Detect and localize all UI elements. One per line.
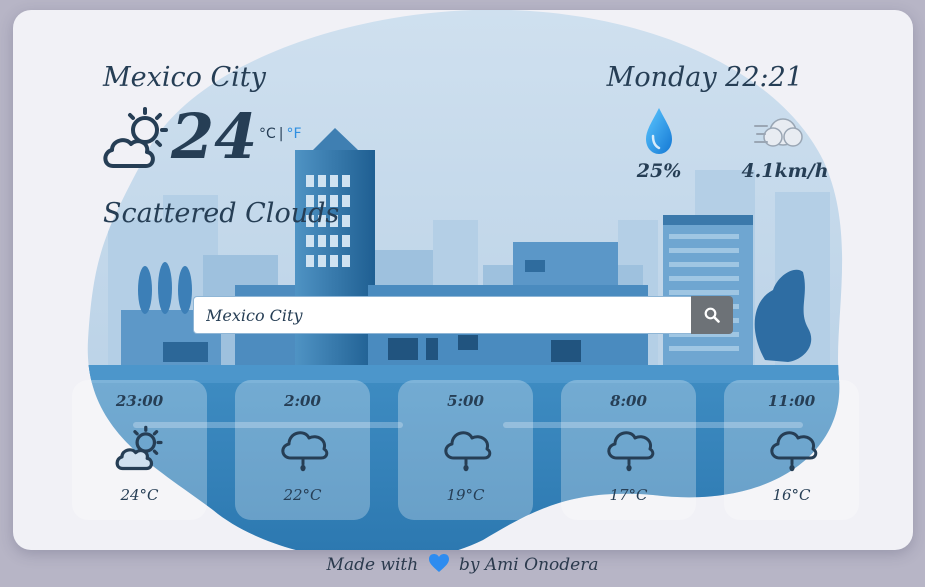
- current-temperature: 24: [171, 100, 258, 173]
- wind-speed-value: 4.1km/h: [741, 160, 829, 182]
- forecast-temperature: 19°C: [446, 486, 485, 504]
- forecast-card: 5:00 19°C: [398, 380, 533, 520]
- search-icon: [704, 307, 720, 323]
- footer-author: by Ami Onodera: [459, 555, 599, 575]
- forecast-temperature: 17°C: [609, 486, 648, 504]
- rain-cloud-icon: [607, 431, 655, 472]
- partly-cloudy-icon: [103, 107, 168, 168]
- forecast-card: 11:00 16°C: [724, 380, 859, 520]
- rain-cloud-icon: [770, 431, 818, 472]
- forecast-time: 2:00: [284, 392, 321, 410]
- forecast-time: 23:00: [115, 392, 164, 410]
- wind-icon: [754, 118, 803, 147]
- date-time: Monday 22:21: [606, 62, 803, 93]
- search-button[interactable]: [691, 296, 733, 334]
- rain-cloud-icon: [444, 431, 492, 472]
- unit-toggle: °C | °F: [259, 126, 302, 142]
- city-search-input[interactable]: [193, 296, 691, 334]
- water-drop-icon: [646, 108, 672, 154]
- city-name: Mexico City: [103, 62, 266, 93]
- weather-card: Mexico City Monday 22:21 24 °C | °F Scatte…: [13, 10, 913, 550]
- footer-prefix: Made with: [326, 555, 419, 575]
- forecast-card: 23:00 24°C: [72, 380, 207, 520]
- forecast-card: 2:00 22°C: [235, 380, 370, 520]
- search-bar: [193, 296, 733, 334]
- forecast-temperature: 24°C: [120, 486, 159, 504]
- forecast-temperature: 16°C: [772, 486, 811, 504]
- weather-description: Scattered Clouds: [103, 198, 340, 229]
- blue-heart-icon: [428, 554, 449, 572]
- forecast-card: 8:00 17°C: [561, 380, 696, 520]
- forecast-temperature: 22°C: [283, 486, 322, 504]
- unit-separator: |: [278, 126, 284, 142]
- forecast-time: 5:00: [447, 392, 484, 410]
- rain-cloud-icon: [281, 431, 329, 472]
- footer-credit: Made with by Ami Onodera: [0, 553, 925, 575]
- celsius-link[interactable]: °C: [259, 126, 276, 142]
- partly-cloudy-icon: [115, 425, 163, 471]
- fahrenheit-link[interactable]: °F: [287, 126, 302, 142]
- humidity-value: 25%: [636, 160, 682, 182]
- forecast-time: 8:00: [610, 392, 647, 410]
- forecast-time: 11:00: [767, 392, 816, 410]
